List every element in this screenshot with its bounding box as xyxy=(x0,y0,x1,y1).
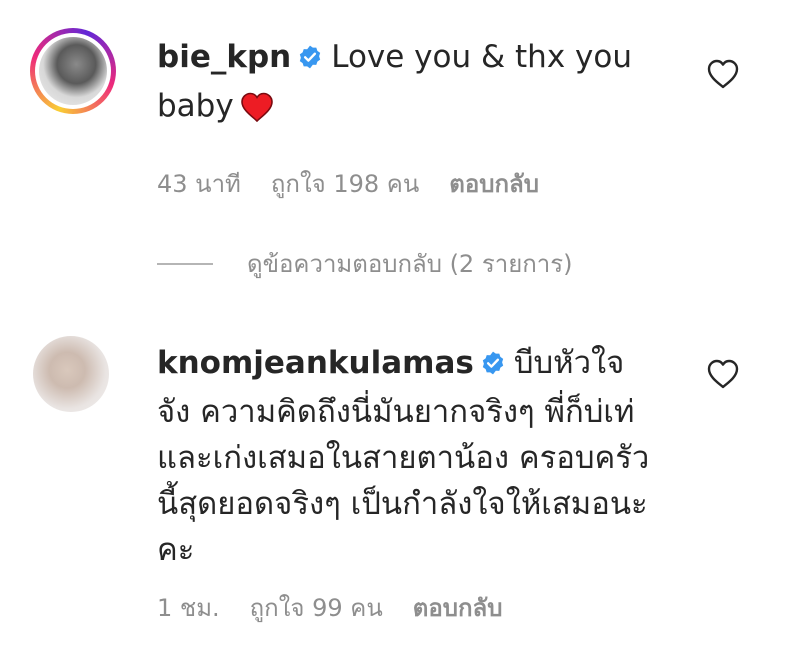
comment-username[interactable]: bie_kpn xyxy=(157,39,291,75)
comment-body: bie_kpn Love you & thx you baby xyxy=(157,34,677,135)
avatar-border xyxy=(35,33,111,109)
comment-timestamp[interactable]: 43 นาที xyxy=(157,164,241,203)
comment-meta: 43 นาที ถูกใจ 198 คน ตอบกลับ xyxy=(157,164,539,203)
reply-button[interactable]: ตอบกลับ xyxy=(449,164,539,203)
comment-timestamp[interactable]: 1 ชม. xyxy=(157,588,220,627)
avatar-photo xyxy=(39,37,107,105)
comment-like-count[interactable]: ถูกใจ 198 คน xyxy=(271,164,419,203)
comment-like-count[interactable]: ถูกใจ 99 คน xyxy=(250,588,383,627)
verified-badge-icon xyxy=(297,37,323,83)
comment-username[interactable]: knomjeankulamas xyxy=(157,345,474,381)
comment-item: bie_kpn Love you & thx you baby 43 นาที ถ… xyxy=(0,0,800,230)
avatar[interactable] xyxy=(30,28,116,114)
reply-button[interactable]: ตอบกลับ xyxy=(413,588,503,627)
comment-meta: 1 ชม. ถูกใจ 99 คน ตอบกลับ xyxy=(157,588,502,627)
red-heart-emoji-icon xyxy=(240,89,274,135)
avatar-photo xyxy=(33,336,109,412)
view-replies-button[interactable]: ดูข้อความตอบกลับ (2 รายการ) xyxy=(157,244,573,283)
verified-badge-icon xyxy=(480,343,506,389)
divider-line xyxy=(157,262,213,265)
comment-body: knomjeankulamas บีบหัวใจจัง ความคิดถึงนี่… xyxy=(157,340,657,573)
view-replies-label[interactable]: ดูข้อความตอบกลับ (2 รายการ) xyxy=(247,244,573,283)
comment-item: knomjeankulamas บีบหัวใจจัง ความคิดถึงนี่… xyxy=(0,320,800,650)
avatar[interactable] xyxy=(33,336,109,412)
like-heart-icon[interactable] xyxy=(706,58,740,90)
like-heart-icon[interactable] xyxy=(706,358,740,390)
